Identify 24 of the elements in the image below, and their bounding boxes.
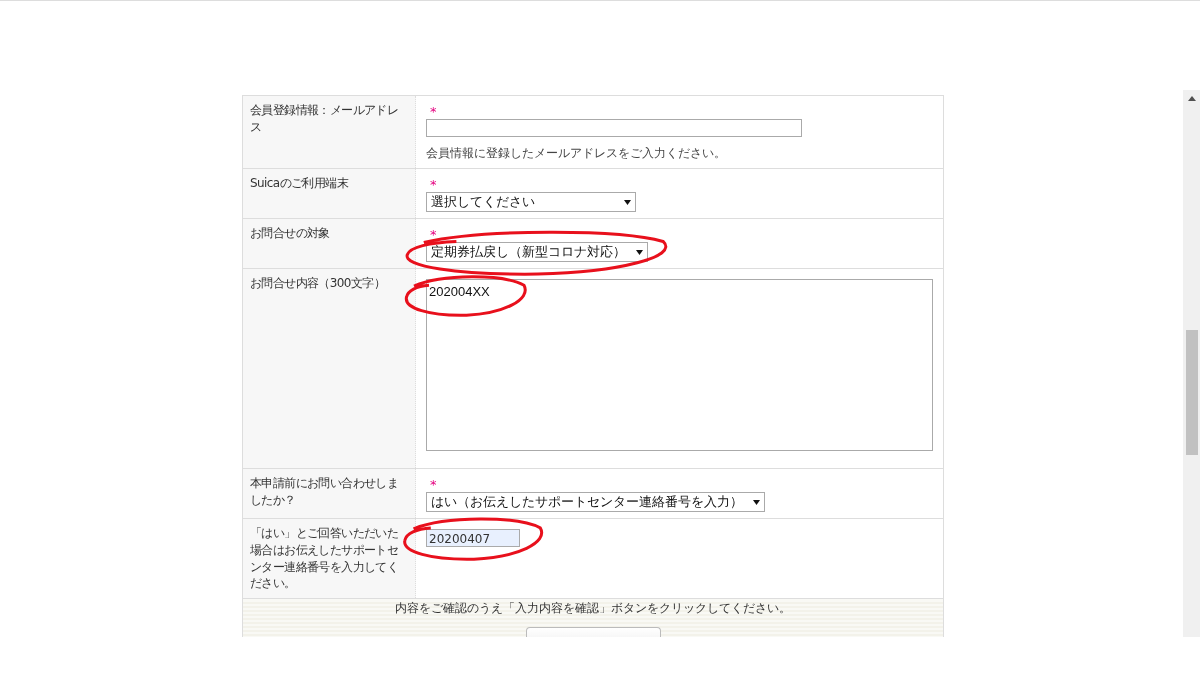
dropdown-caret-icon	[624, 199, 631, 205]
required-mark: *	[430, 104, 437, 119]
instruction-text: 内容をご確認のうえ「入力内容を確認」ボタンをクリックしてください。	[394, 600, 792, 618]
required-mark: *	[430, 177, 437, 192]
scroll-up-icon[interactable]	[1187, 96, 1196, 101]
scrollbar[interactable]	[1183, 90, 1200, 637]
select-field[interactable]: はい（お伝えしたサポートセンター連絡番号を入力）	[426, 492, 765, 512]
required-mark: *	[430, 477, 437, 492]
field-label: 本申請前にお問い合わせしましたか？	[242, 468, 416, 519]
field-label: 「はい」とご回答いただいた場合はお伝えしたサポートセンター連絡番号を入力してください。	[242, 518, 416, 599]
text-field[interactable]: 20200407	[426, 529, 520, 547]
field-label: 会員登録情報：メールアドレス	[242, 95, 416, 169]
help-text: 会員情報に登録したメールアドレスをご入力ください。	[426, 145, 727, 162]
select-field[interactable]: 定期券払戻し（新型コロナ対応）	[426, 242, 648, 262]
required-mark: *	[430, 227, 437, 242]
field-label: Suicaのご利用端末	[242, 168, 416, 219]
dropdown-caret-icon	[753, 499, 760, 505]
field-label: お問合せ内容（300文字）	[242, 268, 416, 469]
text-field[interactable]	[426, 119, 802, 137]
dropdown-caret-icon	[636, 249, 643, 255]
text-area[interactable]: 202004XX	[426, 279, 933, 451]
select-field[interactable]: 選択してください	[426, 192, 636, 212]
field-label: お問合せの対象	[242, 218, 416, 269]
scroll-thumb[interactable]	[1186, 330, 1198, 455]
